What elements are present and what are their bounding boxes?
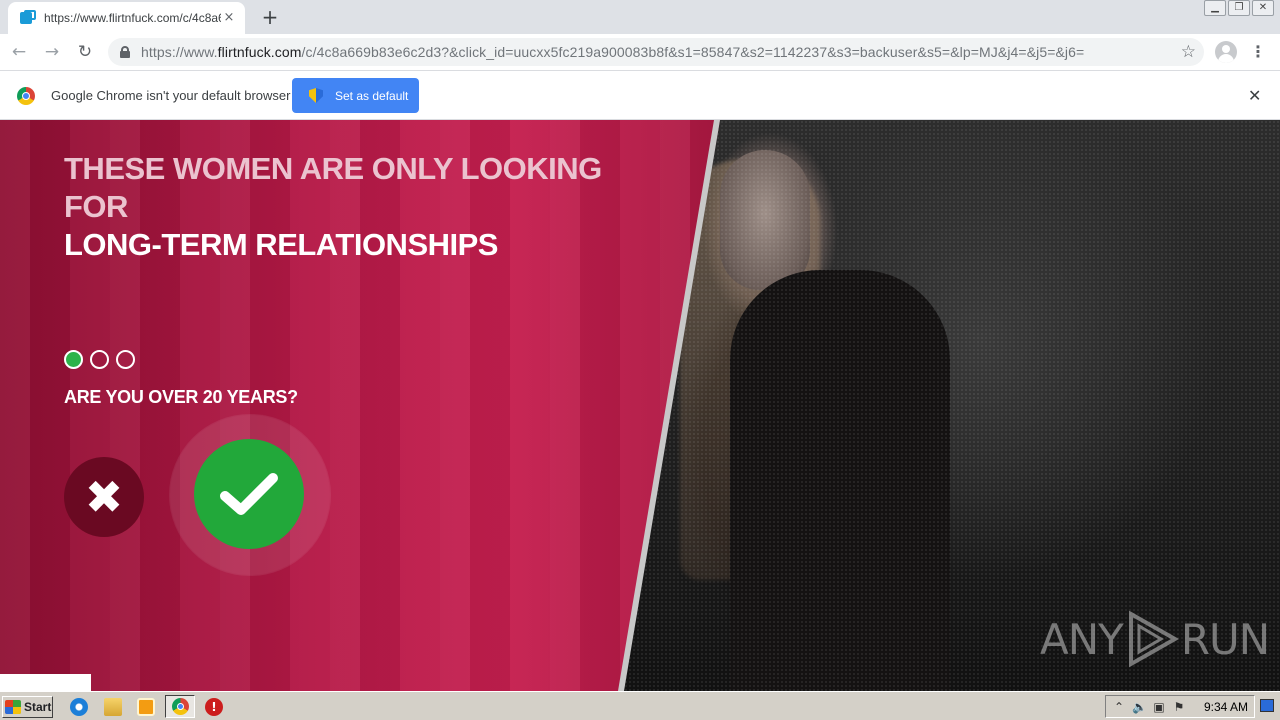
url-scheme: https://www. xyxy=(141,44,218,60)
media-player-icon[interactable] xyxy=(137,698,155,716)
set-as-default-button[interactable]: Set as default xyxy=(292,78,419,113)
restore-button[interactable]: ❐ xyxy=(1228,0,1250,16)
watermark-any: ANY xyxy=(1040,614,1124,664)
new-tab-button[interactable]: + xyxy=(258,6,282,30)
action-center-flag-icon[interactable]: ⚑ xyxy=(1172,700,1186,714)
forward-button[interactable]: → xyxy=(38,38,66,66)
infobar-message: Google Chrome isn't your default browser xyxy=(51,88,291,103)
address-bar[interactable]: https://www.flirtnfuck.com/c/4c8a669b83e… xyxy=(108,38,1204,66)
start-label: Start xyxy=(24,700,52,714)
clock[interactable]: 9:34 AM xyxy=(1204,700,1248,714)
close-window-button[interactable]: ✕ xyxy=(1252,0,1274,16)
back-button[interactable]: ← xyxy=(5,38,33,66)
reload-button[interactable]: ↻ xyxy=(71,38,99,66)
step-dot-3 xyxy=(116,350,135,369)
internet-explorer-icon[interactable] xyxy=(70,698,88,716)
headline-bottom: LONG-TERM RELATIONSHIPS xyxy=(64,227,498,262)
page-corner-patch xyxy=(0,674,91,691)
chrome-menu-icon[interactable]: ⋮ xyxy=(1250,40,1266,64)
page-headline: THESE WOMEN ARE ONLY LOOKING FOR LONG-TE… xyxy=(64,150,664,264)
anyrun-watermark: ANY RUN xyxy=(1040,610,1270,668)
url-text[interactable]: https://www.flirtnfuck.com/c/4c8a669b83e… xyxy=(141,44,1084,60)
chrome-icon xyxy=(172,698,189,715)
url-path: /c/4c8a669b83e6c2d3?&click_id=uucxx5fc21… xyxy=(301,44,1085,60)
network-icon[interactable]: ▣ xyxy=(1152,700,1166,714)
show-desktop-icon[interactable] xyxy=(1260,699,1274,712)
infobar-close-icon[interactable]: ✕ xyxy=(1248,86,1261,105)
browser-toolbar: ← → ↻ https://www.flirtnfuck.com/c/4c8a6… xyxy=(0,34,1280,71)
folder-icon[interactable] xyxy=(104,698,122,716)
no-button[interactable]: ✖ xyxy=(64,457,144,537)
bookmark-star-icon[interactable]: ☆ xyxy=(1181,42,1196,62)
tab-strip: https://www.flirtnfuck.com/c/4c8a669 × +… xyxy=(0,0,1280,34)
lock-icon[interactable] xyxy=(120,46,130,58)
age-question: ARE YOU OVER 20 YEARS? xyxy=(64,387,298,407)
browser-tab[interactable]: https://www.flirtnfuck.com/c/4c8a669 × xyxy=(8,2,245,34)
play-logo-icon xyxy=(1128,610,1179,668)
taskbar: Start ! ⌃ 🔈 ▣ ⚑ 9:34 AM xyxy=(0,691,1280,720)
step-dot-2 xyxy=(90,350,109,369)
close-x-icon: ✖ xyxy=(84,470,124,524)
headline-top: THESE WOMEN ARE ONLY LOOKING FOR xyxy=(64,151,602,224)
taskbar-chrome-button[interactable] xyxy=(165,695,195,718)
tray-expand-icon[interactable]: ⌃ xyxy=(1112,700,1126,714)
chrome-logo-icon xyxy=(17,87,35,105)
step-indicator xyxy=(64,350,135,369)
tab-title: https://www.flirtnfuck.com/c/4c8a669 xyxy=(44,11,221,25)
landing-page: THESE WOMEN ARE ONLY LOOKING FOR LONG-TE… xyxy=(0,120,1280,691)
window-controls: ▁ ❐ ✕ xyxy=(1204,0,1274,16)
profile-avatar-icon[interactable] xyxy=(1215,41,1237,63)
site-favicon-icon xyxy=(20,10,36,26)
system-tray: ⌃ 🔈 ▣ ⚑ 9:34 AM xyxy=(1105,695,1255,718)
step-dot-1 xyxy=(64,350,83,369)
default-browser-infobar: Google Chrome isn't your default browser… xyxy=(0,71,1280,120)
watermark-run: RUN xyxy=(1180,614,1270,664)
checkmark-icon xyxy=(220,473,278,515)
yes-button[interactable] xyxy=(194,439,304,549)
shield-icon xyxy=(309,88,323,103)
close-tab-icon[interactable]: × xyxy=(221,10,237,26)
windows-flag-icon xyxy=(5,700,21,714)
start-button[interactable]: Start xyxy=(2,696,53,718)
url-host: flirtnfuck.com xyxy=(217,44,302,60)
woman-photo xyxy=(620,120,1280,691)
minimize-button[interactable]: ▁ xyxy=(1204,0,1226,16)
volume-icon[interactable]: 🔈 xyxy=(1132,700,1147,714)
set-as-default-label: Set as default xyxy=(335,88,409,103)
stop-sign-icon[interactable]: ! xyxy=(205,698,223,716)
